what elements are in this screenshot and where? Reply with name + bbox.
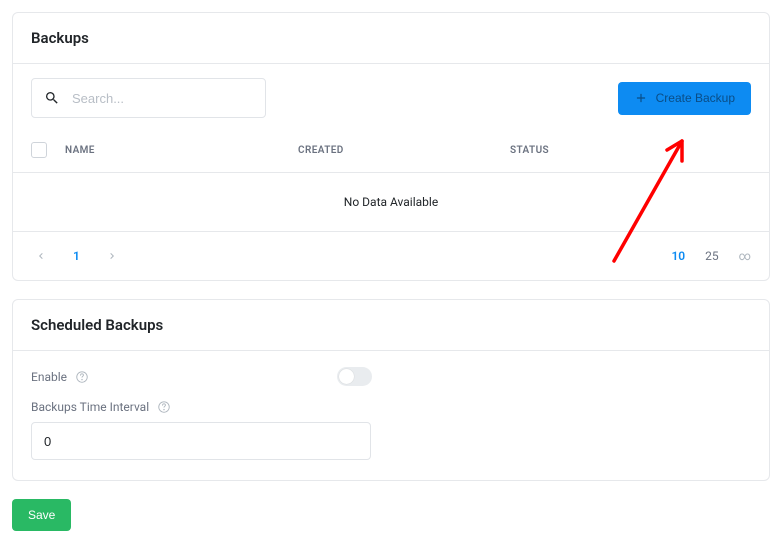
scheduled-backups-card: Scheduled Backups Enable Backups Time In… bbox=[12, 299, 770, 481]
create-backup-button[interactable]: Create Backup bbox=[618, 82, 751, 115]
pagination-bar: 1 10 25 ∞ bbox=[13, 232, 769, 280]
next-page-button[interactable] bbox=[102, 246, 122, 266]
chevron-left-icon bbox=[35, 250, 47, 262]
backups-table-header: NAME CREATED STATUS bbox=[13, 132, 769, 173]
toggle-knob bbox=[339, 369, 354, 384]
save-button[interactable]: Save bbox=[12, 499, 71, 531]
help-icon[interactable] bbox=[75, 370, 89, 384]
prev-page-button[interactable] bbox=[31, 246, 51, 266]
help-icon[interactable] bbox=[157, 400, 171, 414]
column-status: STATUS bbox=[510, 145, 549, 156]
page-size-selector: 10 25 ∞ bbox=[671, 249, 751, 263]
chevron-right-icon bbox=[106, 250, 118, 262]
backups-card: Backups Create Backup NAME CREATED STATU… bbox=[12, 12, 770, 281]
page-size-infinity[interactable]: ∞ bbox=[739, 249, 751, 263]
backups-card-title: Backups bbox=[13, 13, 769, 64]
interval-label-wrap: Backups Time Interval bbox=[31, 400, 751, 414]
search-box[interactable] bbox=[31, 78, 266, 118]
no-data-message: No Data Available bbox=[13, 173, 769, 232]
column-name: NAME bbox=[65, 145, 298, 156]
current-page-number[interactable]: 1 bbox=[73, 249, 80, 263]
search-icon bbox=[44, 90, 60, 106]
plus-icon bbox=[634, 91, 648, 105]
page-size-10[interactable]: 10 bbox=[671, 249, 685, 263]
interval-row: Backups Time Interval bbox=[31, 400, 751, 460]
page-size-25[interactable]: 25 bbox=[705, 249, 719, 263]
enable-row: Enable bbox=[31, 367, 751, 386]
scheduled-card-body: Enable Backups Time Interval bbox=[13, 351, 769, 480]
create-backup-label: Create Backup bbox=[656, 91, 735, 105]
select-all-checkbox[interactable] bbox=[31, 142, 47, 158]
interval-input[interactable] bbox=[31, 422, 371, 460]
enable-toggle[interactable] bbox=[337, 367, 372, 386]
search-input[interactable] bbox=[72, 91, 253, 106]
interval-label: Backups Time Interval bbox=[31, 400, 149, 414]
backups-toolbar: Create Backup bbox=[13, 64, 769, 132]
enable-label-wrap: Enable bbox=[31, 370, 337, 384]
column-created: CREATED bbox=[298, 145, 510, 156]
pagination-nav: 1 bbox=[31, 246, 122, 266]
scheduled-card-title: Scheduled Backups bbox=[13, 300, 769, 351]
enable-label: Enable bbox=[31, 370, 67, 384]
